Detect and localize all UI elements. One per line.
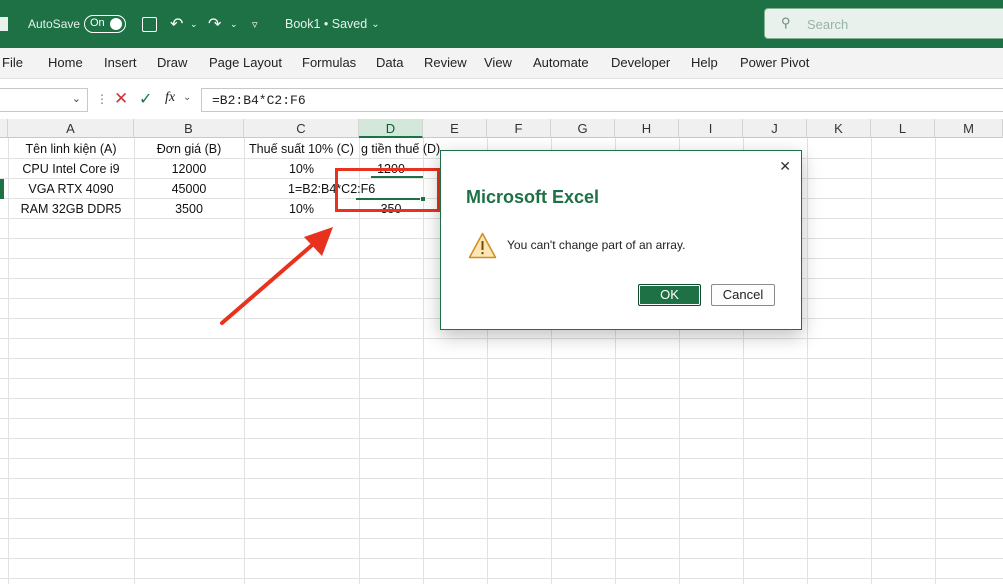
search-placeholder: Search bbox=[807, 17, 849, 32]
undo-dropdown-icon[interactable]: ⌄ bbox=[190, 0, 198, 48]
annotation-highlight-box bbox=[335, 168, 440, 212]
column-header-k[interactable]: K bbox=[807, 119, 871, 138]
formula-text: =B2:B4*C2:F6 bbox=[212, 93, 306, 108]
search-icon: ⚲ bbox=[781, 15, 791, 30]
tab-home[interactable]: Home bbox=[48, 48, 83, 78]
undo-icon[interactable]: ↶ bbox=[170, 0, 183, 48]
column-header-a[interactable]: A bbox=[8, 119, 134, 138]
formula-bar: ⌄ ⋮ ✕ ✓ fx ⌄ =B2:B4*C2:F6 bbox=[0, 86, 1003, 114]
error-dialog: ✕ Microsoft Excel You can't change part … bbox=[440, 150, 802, 330]
name-box[interactable]: ⌄ bbox=[0, 88, 88, 112]
tab-data[interactable]: Data bbox=[376, 48, 403, 78]
tab-page-layout[interactable]: Page Layout bbox=[209, 48, 282, 78]
ok-button[interactable]: OK bbox=[638, 284, 701, 306]
autosave-toggle[interactable]: On bbox=[84, 0, 126, 48]
tab-review[interactable]: Review bbox=[424, 48, 467, 78]
redo-dropdown-icon[interactable]: ⌄ bbox=[230, 0, 238, 48]
title-bar: AutoSave On ↶ ⌄ ↷ ⌄ ▿ Book1 • Saved ⌄ ⚲ … bbox=[0, 0, 1003, 48]
autosave-toggle-label: On bbox=[90, 17, 105, 29]
document-title-text: Book1 • Saved bbox=[285, 17, 368, 31]
enter-icon[interactable]: ✓ bbox=[139, 89, 152, 109]
autosave-label: AutoSave bbox=[28, 17, 81, 31]
select-all-corner[interactable] bbox=[0, 119, 8, 138]
column-header-d[interactable]: D bbox=[359, 119, 423, 138]
chevron-down-icon: ⌄ bbox=[371, 18, 380, 30]
tab-developer[interactable]: Developer bbox=[611, 48, 670, 78]
table-cell[interactable]: VGA RTX 4090 bbox=[8, 179, 134, 199]
column-header-e[interactable]: E bbox=[423, 119, 487, 138]
cancel-icon[interactable]: ✕ bbox=[114, 89, 128, 109]
chevron-down-icon[interactable]: ⌄ bbox=[183, 92, 191, 103]
column-header-j[interactable]: J bbox=[743, 119, 807, 138]
customize-toolbar-icon[interactable]: ▿ bbox=[252, 0, 258, 48]
header-cell-a[interactable]: Tên linh kiện (A) bbox=[8, 139, 134, 159]
table-cell[interactable]: 45000 bbox=[134, 179, 244, 199]
insert-function-icon[interactable]: fx bbox=[165, 90, 175, 106]
table-cell[interactable]: CPU Intel Core i9 bbox=[8, 159, 134, 179]
toggle-knob-icon bbox=[110, 18, 122, 30]
column-header-f[interactable]: F bbox=[487, 119, 551, 138]
ribbon-tabs: File Home Insert Draw Page Layout Formul… bbox=[0, 48, 1003, 79]
tab-draw[interactable]: Draw bbox=[157, 48, 187, 78]
tab-help[interactable]: Help bbox=[691, 48, 718, 78]
chevron-down-icon: ⌄ bbox=[71, 93, 81, 105]
dialog-title: Microsoft Excel bbox=[466, 187, 600, 207]
search-box[interactable]: ⚲ Search bbox=[764, 8, 1003, 39]
header-cell-b[interactable]: Đơn giá (B) bbox=[134, 139, 244, 159]
table-cell[interactable]: 3500 bbox=[134, 199, 244, 219]
column-header-c[interactable]: C bbox=[244, 119, 359, 138]
cancel-button[interactable]: Cancel bbox=[711, 284, 775, 306]
tab-file[interactable]: File bbox=[2, 48, 23, 78]
column-header-h[interactable]: H bbox=[615, 119, 679, 138]
column-header-b[interactable]: B bbox=[134, 119, 244, 138]
column-header-g[interactable]: G bbox=[551, 119, 615, 138]
tab-automate[interactable]: Automate bbox=[533, 48, 589, 78]
header-cell-d[interactable]: g tiền thuế (D) bbox=[359, 139, 440, 159]
dialog-message: You can't change part of an array. bbox=[507, 238, 686, 252]
tab-power-pivot[interactable]: Power Pivot bbox=[740, 48, 809, 78]
column-header-m[interactable]: M bbox=[935, 119, 1003, 138]
column-header-l[interactable]: L bbox=[871, 119, 935, 138]
document-title[interactable]: Book1 • Saved ⌄ bbox=[285, 0, 380, 48]
redo-icon[interactable]: ↷ bbox=[208, 0, 221, 48]
tab-view[interactable]: View bbox=[484, 48, 512, 78]
save-icon[interactable] bbox=[142, 0, 157, 48]
column-header-i[interactable]: I bbox=[679, 119, 743, 138]
header-cell-c[interactable]: Thuế suất 10% (C) bbox=[244, 139, 359, 159]
warning-icon bbox=[468, 232, 497, 259]
table-cell[interactable]: 12000 bbox=[134, 159, 244, 179]
excel-logo-icon[interactable] bbox=[0, 0, 14, 48]
tab-insert[interactable]: Insert bbox=[104, 48, 137, 78]
tab-formulas[interactable]: Formulas bbox=[302, 48, 356, 78]
formula-input[interactable]: =B2:B4*C2:F6 bbox=[201, 88, 1003, 112]
more-options-icon[interactable]: ⋮ bbox=[96, 92, 108, 106]
table-cell[interactable]: RAM 32GB DDR5 bbox=[8, 199, 134, 219]
close-icon[interactable]: ✕ bbox=[779, 158, 791, 175]
